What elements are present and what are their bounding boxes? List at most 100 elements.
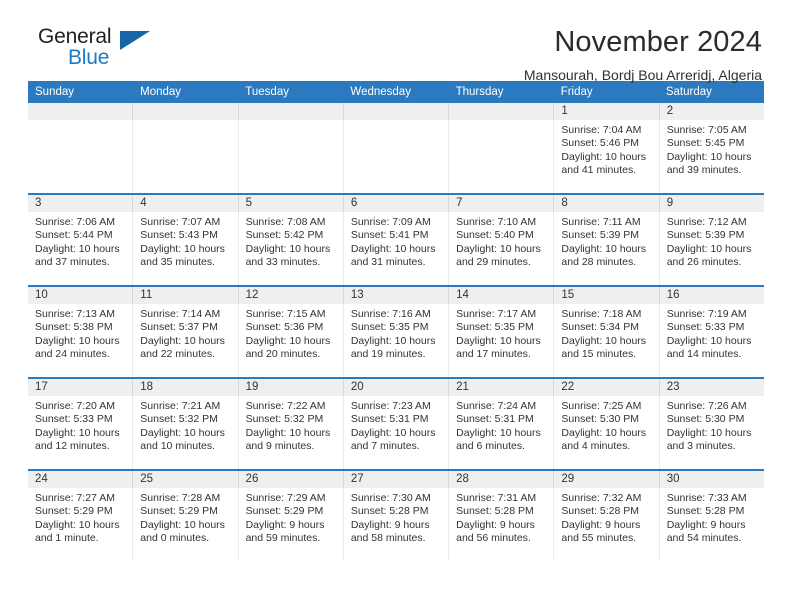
day-cell[interactable]: Sunrise: 7:26 AM Sunset: 5:30 PM Daylight:… <box>658 396 764 469</box>
day-cell[interactable]: Sunrise: 7:32 AM Sunset: 5:28 PM Daylight:… <box>553 488 658 561</box>
day-number[interactable]: 18 <box>132 379 237 396</box>
day-cell[interactable]: Sunrise: 7:25 AM Sunset: 5:30 PM Daylight:… <box>553 396 658 469</box>
day-cell[interactable]: Sunrise: 7:30 AM Sunset: 5:28 PM Daylight:… <box>342 488 448 561</box>
day-number[interactable]: 24 <box>28 471 132 488</box>
daylight-text-line1: Daylight: 10 hours <box>666 150 752 163</box>
daylight-text-line2: and 55 minutes. <box>561 532 637 545</box>
day-number[interactable]: 28 <box>448 471 553 488</box>
daylight-text-line1: Daylight: 10 hours <box>140 242 225 255</box>
day-number-empty <box>342 103 448 120</box>
day-number[interactable]: 2 <box>658 103 764 120</box>
day-cell[interactable]: Sunrise: 7:04 AM Sunset: 5:46 PM Daylight:… <box>553 120 658 193</box>
day-number[interactable]: 3 <box>28 195 132 212</box>
weekday-thursday: Thursday <box>455 86 504 98</box>
day-cell[interactable]: Sunrise: 7:31 AM Sunset: 5:28 PM Daylight:… <box>448 488 553 561</box>
sunrise-text: Sunrise: 7:33 AM <box>666 492 747 504</box>
day-number[interactable]: 30 <box>658 471 764 488</box>
daylight-text-line1: Daylight: 10 hours <box>35 518 120 531</box>
day-cell[interactable]: Sunrise: 7:17 AM Sunset: 5:35 PM Daylight:… <box>448 304 553 377</box>
day-cell[interactable]: Sunrise: 7:21 AM Sunset: 5:32 PM Daylight:… <box>132 396 237 469</box>
weekday-friday: Friday <box>560 86 593 98</box>
generalblue-logo[interactable]: General Blue <box>28 26 158 82</box>
page-header: General Blue November 2024 Mansourah, Bo… <box>28 0 764 84</box>
day-cell[interactable]: Sunrise: 7:09 AM Sunset: 5:41 PM Daylight:… <box>342 212 448 285</box>
sunset-text: Sunset: 5:37 PM <box>140 321 218 334</box>
day-cell[interactable]: Sunrise: 7:05 AM Sunset: 5:45 PM Daylight:… <box>658 120 764 193</box>
sunrise-text: Sunrise: 7:05 AM <box>666 124 747 136</box>
day-cell[interactable]: Sunrise: 7:29 AM Sunset: 5:29 PM Daylight:… <box>237 488 343 561</box>
day-number[interactable]: 7 <box>448 195 553 212</box>
sunrise-text: Sunrise: 7:32 AM <box>561 492 642 504</box>
day-number[interactable]: 5 <box>237 195 343 212</box>
day-cell[interactable]: Sunrise: 7:24 AM Sunset: 5:31 PM Daylight:… <box>448 396 553 469</box>
day-number[interactable]: 14 <box>448 287 553 304</box>
day-number[interactable]: 4 <box>132 195 237 212</box>
daylight-text-line2: and 26 minutes. <box>666 256 742 269</box>
sunrise-text: Sunrise: 7:25 AM <box>561 400 642 412</box>
sunset-text: Sunset: 5:36 PM <box>245 321 324 334</box>
day-number[interactable]: 16 <box>658 287 764 304</box>
day-number[interactable]: 26 <box>237 471 343 488</box>
sunset-text: Sunset: 5:43 PM <box>140 229 218 242</box>
day-number[interactable]: 17 <box>28 379 132 396</box>
daylight-text-line2: and 24 minutes. <box>35 348 110 361</box>
day-number[interactable]: 9 <box>658 195 764 212</box>
day-number[interactable]: 15 <box>553 287 658 304</box>
day-cell[interactable]: Sunrise: 7:13 AM Sunset: 5:38 PM Daylight:… <box>28 304 132 377</box>
day-number-band: 24 25 26 27 28 29 30 <box>28 471 764 488</box>
daylight-text-line2: and 20 minutes. <box>245 348 321 361</box>
day-number[interactable]: 13 <box>342 287 448 304</box>
day-number[interactable]: 19 <box>237 379 343 396</box>
day-cell[interactable]: Sunrise: 7:11 AM Sunset: 5:39 PM Daylight:… <box>553 212 658 285</box>
day-number[interactable]: 11 <box>132 287 237 304</box>
day-number[interactable]: 8 <box>553 195 658 212</box>
day-cell[interactable]: Sunrise: 7:28 AM Sunset: 5:29 PM Daylight:… <box>132 488 237 561</box>
daylight-text-line1: Daylight: 10 hours <box>666 334 752 347</box>
daylight-text-line1: Daylight: 10 hours <box>666 426 752 439</box>
day-number[interactable]: 29 <box>553 471 658 488</box>
day-number[interactable]: 10 <box>28 287 132 304</box>
weekday-monday: Monday <box>140 86 182 98</box>
day-cell[interactable]: Sunrise: 7:15 AM Sunset: 5:36 PM Daylight:… <box>237 304 343 377</box>
day-cell[interactable]: Sunrise: 7:27 AM Sunset: 5:29 PM Daylight:… <box>28 488 132 561</box>
day-number[interactable]: 1 <box>553 103 658 120</box>
day-cell[interactable]: Sunrise: 7:08 AM Sunset: 5:42 PM Daylight:… <box>237 212 343 285</box>
day-cell[interactable]: Sunrise: 7:23 AM Sunset: 5:31 PM Daylight:… <box>342 396 448 469</box>
day-cell[interactable]: Sunrise: 7:12 AM Sunset: 5:39 PM Daylight:… <box>658 212 764 285</box>
day-number[interactable]: 23 <box>658 379 764 396</box>
sunrise-text: Sunrise: 7:17 AM <box>456 308 537 320</box>
logo-text-blue: Blue <box>68 46 110 69</box>
day-number[interactable]: 27 <box>342 471 448 488</box>
day-number[interactable]: 22 <box>553 379 658 396</box>
day-number[interactable]: 6 <box>342 195 448 212</box>
weekday-sunday: Sunday <box>35 86 75 98</box>
daylight-text-line1: Daylight: 10 hours <box>561 150 647 163</box>
daylight-text-line1: Daylight: 10 hours <box>350 242 436 255</box>
day-number[interactable]: 21 <box>448 379 553 396</box>
daylight-text-line2: and 0 minutes. <box>140 532 210 545</box>
day-cell[interactable]: Sunrise: 7:06 AM Sunset: 5:44 PM Daylight:… <box>28 212 132 285</box>
sunset-text: Sunset: 5:35 PM <box>350 321 429 334</box>
logo-text-general: General <box>38 25 112 48</box>
daylight-text-line1: Daylight: 9 hours <box>456 518 535 531</box>
daylight-text-line2: and 10 minutes. <box>140 440 215 453</box>
sunset-text: Sunset: 5:40 PM <box>456 229 534 242</box>
daylight-text-line1: Daylight: 10 hours <box>140 518 225 531</box>
day-number[interactable]: 12 <box>237 287 343 304</box>
day-cell[interactable]: Sunrise: 7:20 AM Sunset: 5:33 PM Daylight:… <box>28 396 132 469</box>
day-cell[interactable]: Sunrise: 7:16 AM Sunset: 5:35 PM Daylight:… <box>342 304 448 377</box>
day-number[interactable]: 20 <box>342 379 448 396</box>
daylight-text-line2: and 56 minutes. <box>456 532 531 545</box>
sunrise-text: Sunrise: 7:18 AM <box>561 308 642 320</box>
day-cell[interactable]: Sunrise: 7:22 AM Sunset: 5:32 PM Daylight:… <box>237 396 343 469</box>
day-number-band: 3456789 <box>28 195 764 212</box>
day-cell[interactable]: Sunrise: 7:33 AM Sunset: 5:28 PM Daylight:… <box>658 488 764 561</box>
calendar-week-row: 1 2 Sunrise: 7:04 AM Sunset: 5:46 PM Dayligh… <box>28 103 764 193</box>
day-cell[interactable]: Sunrise: 7:14 AM Sunset: 5:37 PM Daylight:… <box>132 304 237 377</box>
day-cell[interactable]: Sunrise: 7:18 AM Sunset: 5:34 PM Daylight:… <box>553 304 658 377</box>
day-cell[interactable]: Sunrise: 7:19 AM Sunset: 5:33 PM Daylight:… <box>658 304 764 377</box>
day-number[interactable]: 25 <box>132 471 237 488</box>
sunrise-text: Sunrise: 7:21 AM <box>140 400 221 412</box>
day-cell[interactable]: Sunrise: 7:10 AM Sunset: 5:40 PM Daylight:… <box>448 212 553 285</box>
day-cell[interactable]: Sunrise: 7:07 AM Sunset: 5:43 PM Daylight:… <box>132 212 237 285</box>
